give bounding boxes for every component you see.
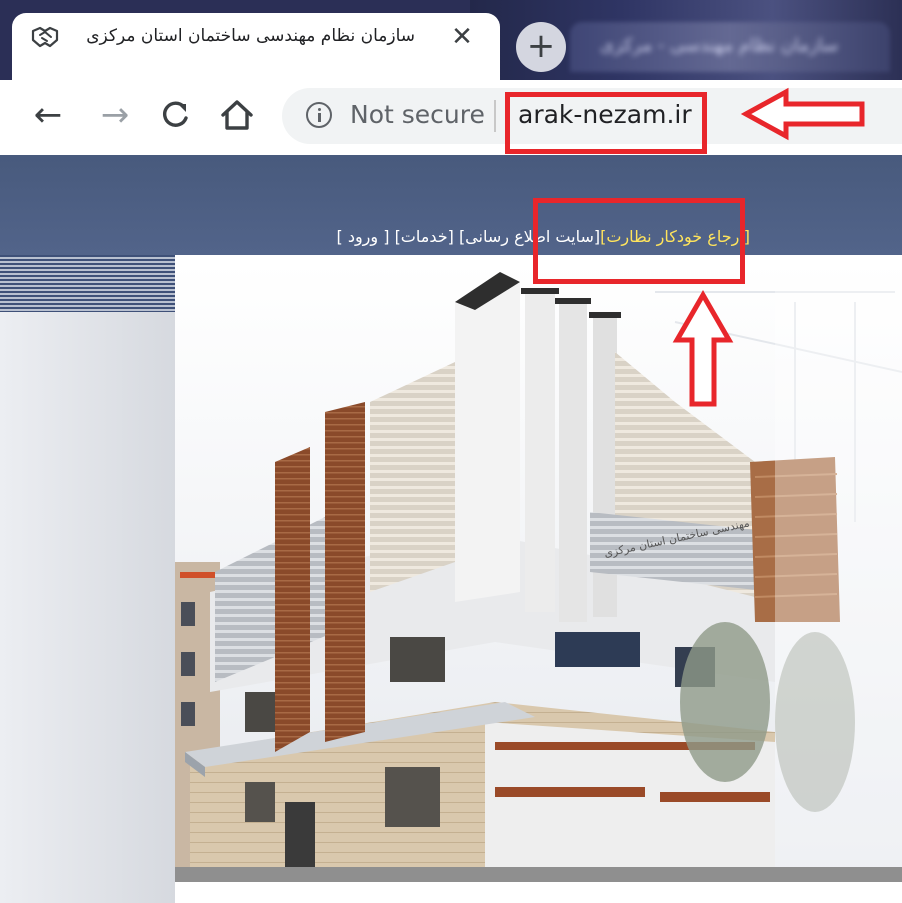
handshake-icon [30, 22, 60, 52]
building-banner-image: سازمان نظام مهندسی ساختمان استان مرکزی [175, 262, 902, 882]
up-arrow-annotation-icon [672, 290, 734, 410]
new-tab-button[interactable]: + [516, 22, 566, 72]
omnibox-divider [494, 100, 496, 132]
page-footer-strip [175, 882, 902, 903]
reload-icon[interactable] [153, 92, 199, 138]
background-tab-title: سازمان نظام مهندسی - مرکزی [600, 35, 839, 56]
close-tab-icon[interactable]: ✕ [445, 20, 479, 54]
left-arrow-annotation-icon [740, 86, 870, 142]
tab-title: سازمان نظام مهندسی ساختمان استان مرکزی [86, 26, 415, 46]
security-status[interactable]: Not secure [350, 100, 485, 129]
info-icon[interactable] [306, 102, 332, 128]
side-stripes [0, 255, 175, 312]
link-highlight-box [533, 198, 745, 284]
forward-arrow-icon[interactable]: → [92, 92, 138, 138]
back-arrow-icon[interactable]: ← [25, 92, 71, 138]
home-icon[interactable] [214, 92, 260, 138]
url-highlight-box [505, 92, 707, 154]
side-panel [0, 312, 175, 903]
active-tab[interactable] [12, 13, 500, 80]
nav-link-services[interactable]: [خدمات] [395, 227, 454, 246]
nav-link-login[interactable]: [ ورود ] [337, 227, 390, 246]
